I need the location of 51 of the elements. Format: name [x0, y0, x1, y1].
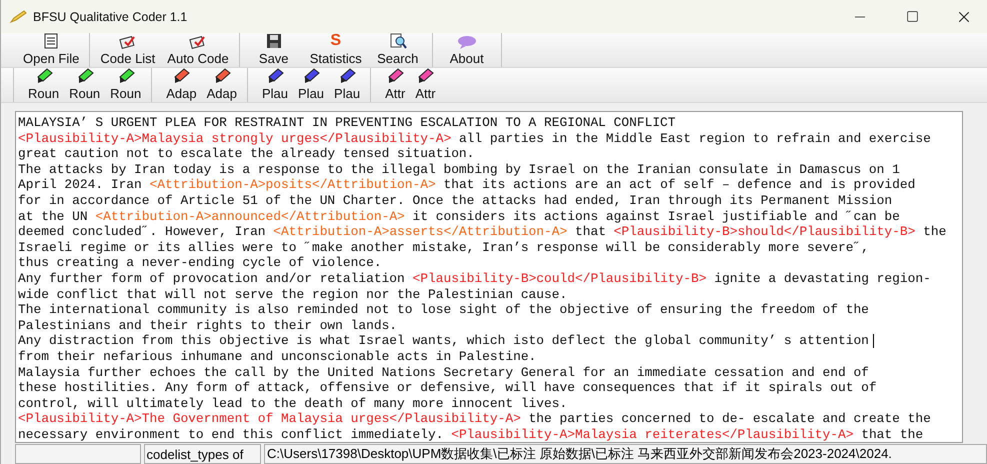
status-panel: codelist_types of	[144, 444, 262, 464]
toolbar-button[interactable]: Code List	[94, 33, 162, 67]
text-line: <Plausibility-A>The Government of Malaysia urges</Plausibility-A> the parties concerned to de- escalate and create the	[18, 411, 932, 427]
code-button[interactable]: Adap	[204, 68, 239, 102]
text-line: Israeli regime or its allies were to ˝make another mistake, Iran’s response will be considerably more severe˝,	[18, 240, 870, 256]
toolbar-button[interactable]: Search	[368, 33, 428, 67]
text-line: great caution not to escalate the already tensed situation.	[18, 146, 476, 162]
toolbar-button[interactable]: Auto Code	[161, 33, 235, 67]
text-line: Malaysia further echoes the call by the United Nations Secretary General for an immediate cessation and end of	[18, 364, 870, 380]
text-line: wide conflict that will not serve the region nor the Palestinian cause.	[18, 286, 568, 302]
text-line: from their nefarious inhumane and unconscionable acts in Palestine.	[18, 348, 538, 364]
window-title: BFSU Qualitative Coder 1.1	[33, 10, 188, 24]
text-line: these hostilities. Any form of attack, offensive or defensive, will have consequences that if it spirals out of	[18, 380, 878, 396]
toolbar-button[interactable]: S Statistics	[304, 33, 368, 67]
text-line: thus creating a never-ending cycle of violence.	[18, 255, 383, 271]
text-line: The international community is also reminded not to lose sight of the objective of ensuring the freedom of the	[18, 302, 870, 318]
text-line: at the UN <Attribution-A>announced</Attribution-A> it considers its actions against Israel justifiable and ˝can be	[18, 208, 901, 224]
code-button[interactable]: Plau	[296, 68, 326, 102]
code-button[interactable]: Attr	[413, 68, 438, 102]
document-icon	[44, 33, 58, 49]
text-line: Palestinians and their rights to their own lands.	[18, 318, 398, 334]
code-button[interactable]: Roun	[108, 68, 144, 102]
toolbar-button[interactable]: About	[436, 33, 497, 67]
code-button[interactable]: Roun	[67, 68, 102, 102]
maximize-icon[interactable]	[906, 10, 918, 23]
text-line: MALAYSIA’ S URGENT PLEA FOR RESTRAINT IN PREVENTING ESCALATION TO A REGIONAL CONFLICT	[18, 115, 677, 131]
code-button[interactable]: Plau	[332, 68, 362, 102]
search-icon	[388, 33, 407, 49]
text-editor[interactable]	[15, 111, 963, 443]
toolbar-button[interactable]: Open File	[17, 33, 86, 67]
text-line: The attacks by Iran today is a response to the illegal bombing by Israel on the Iranian consulate in Damascus on 1	[18, 162, 901, 178]
pencil-icon	[9, 10, 27, 24]
code-button[interactable]: Plau	[260, 68, 290, 102]
checklist-icon	[118, 35, 137, 49]
text-line: Any distraction from this objective is what Israel wants, which isto deflect the global community’ s attention	[18, 333, 960, 349]
toolbar-button[interactable]: Save	[244, 33, 304, 67]
code-button[interactable]: Attr	[383, 68, 408, 102]
code-button[interactable]: Adap	[164, 68, 199, 102]
statistics-icon: S	[330, 33, 342, 49]
text-line: deemed concluded˝. However, Iran <Attribution-A>asserts</Attribution-A> that <Plausibility-B>should</Plausibility-B> the	[18, 224, 948, 240]
text-caret	[872, 334, 874, 348]
file-path: C:\Users\17398\Desktop\UPM数据收集\已标注 原始数据\已标注 马来西亚外交部新闻发布会2023-2024\2024.	[264, 444, 987, 464]
speech-bubble-icon	[456, 35, 477, 49]
code-button[interactable]: Roun	[26, 68, 62, 102]
text-line: Any further form of provocation and/or retaliation <Plausibility-B>could</Plausibility-B> ignite a devastating region-	[18, 270, 932, 287]
text-line: necessary environment to end this conflict immediately. <Plausibility-A>Malaysia reiterates</Plausibility-A> that the	[18, 426, 924, 442]
text-line: April 2024. Iran <Attribution-A>posits</Attribution-A> that its actions are an act of self – defence and is provided	[18, 177, 916, 193]
text-line: <Plausibility-A>Malaysia strongly urges</Plausibility-A> all parties in the Middle East region to refrain and exercise	[18, 130, 932, 146]
text-line: control, will ultimately lead to the death of many more innocent lives.	[18, 396, 568, 412]
checklist-icon	[189, 35, 208, 49]
text-line: for in accordance of Article 51 of the UN Charter. Once the attacks had ended, Iran through its Permanent Mission	[18, 192, 894, 209]
